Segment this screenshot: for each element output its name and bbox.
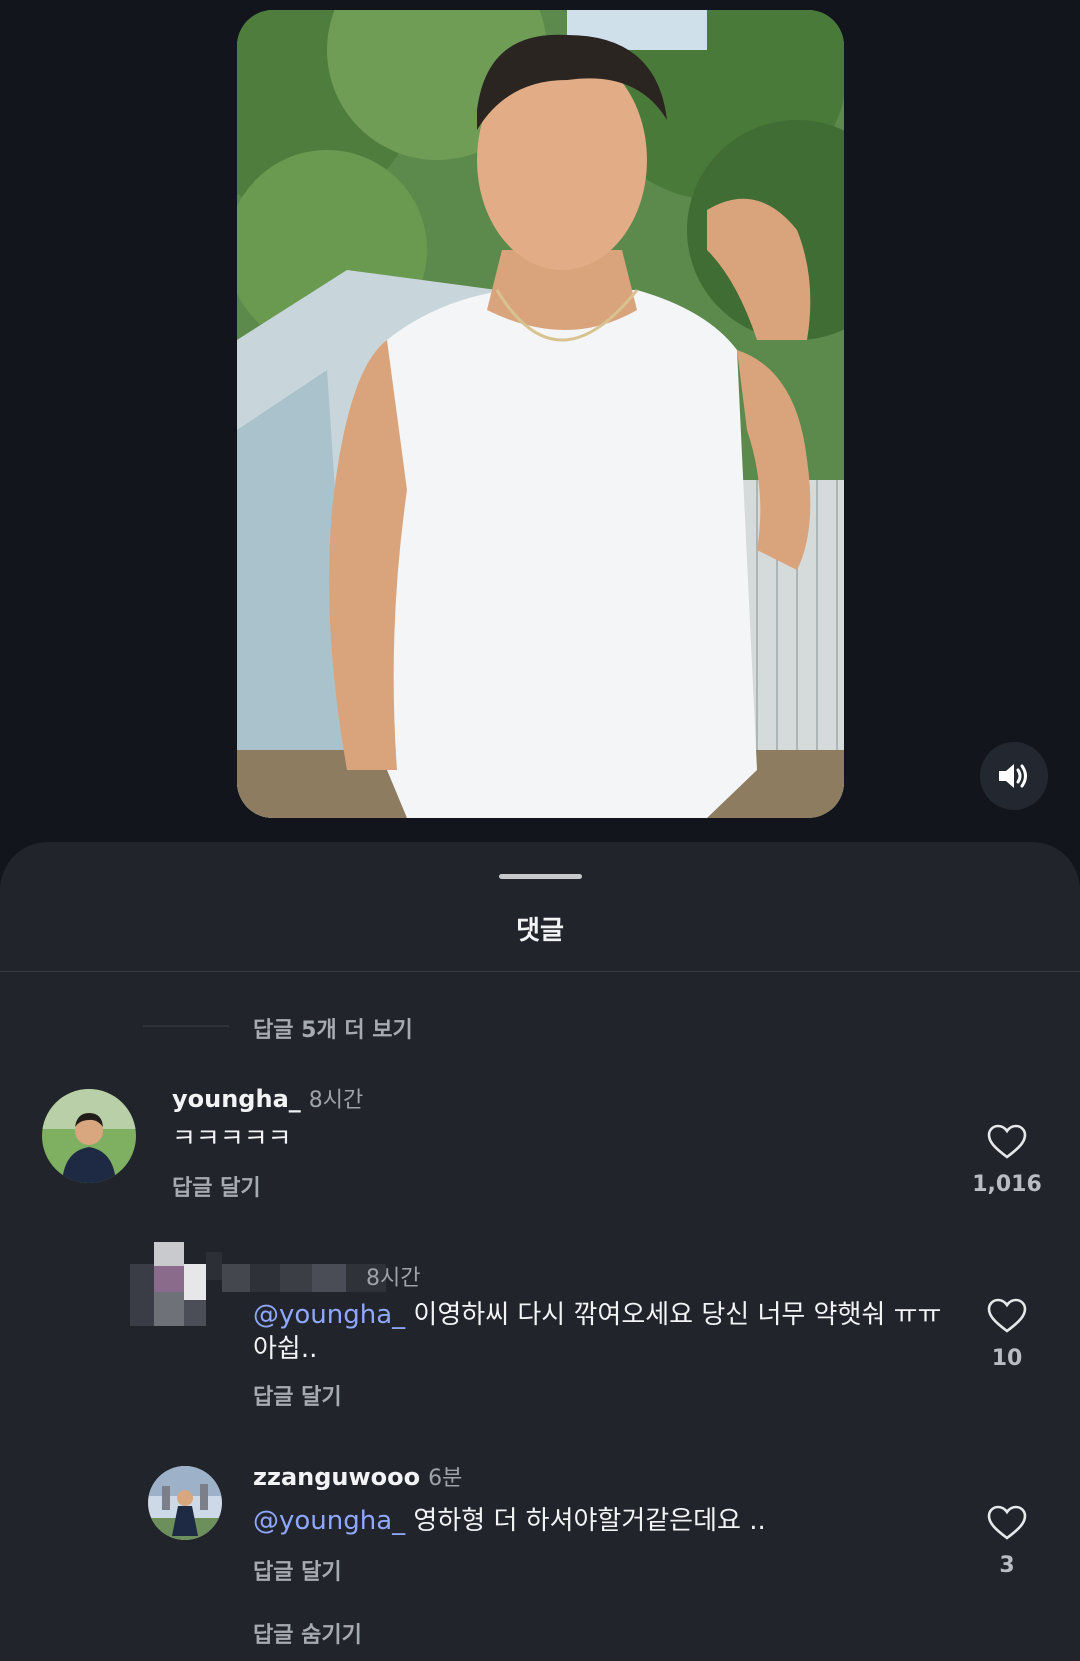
comment-body: 영하형 더 하셔야할거같은데요 .. bbox=[405, 1506, 766, 1536]
video-frame-image bbox=[237, 10, 844, 818]
like-count: 1,016 bbox=[972, 1172, 1042, 1197]
comment-author[interactable]: 8시간 bbox=[366, 1260, 420, 1292]
video-player[interactable] bbox=[237, 10, 844, 818]
sheet-divider bbox=[0, 971, 1080, 972]
comment-time: 6분 bbox=[428, 1466, 463, 1491]
comment-time: 8시간 bbox=[308, 1088, 364, 1113]
reply-button[interactable]: 답글 달기 bbox=[253, 1554, 342, 1586]
avatar[interactable] bbox=[148, 1466, 222, 1540]
reply-button[interactable]: 답글 달기 bbox=[172, 1170, 261, 1202]
like-count: 3 bbox=[999, 1553, 1015, 1578]
author-name-blurred bbox=[222, 1264, 386, 1292]
comment-author[interactable]: zzanguwooo 6분 bbox=[253, 1460, 462, 1492]
speaker-on-icon bbox=[999, 764, 1027, 788]
author-name[interactable]: youngha_ bbox=[172, 1085, 301, 1113]
avatar[interactable] bbox=[42, 1089, 136, 1183]
sheet-title: 댓글 bbox=[516, 916, 564, 946]
sheet-drag-handle[interactable] bbox=[499, 874, 582, 879]
author-name[interactable]: zzanguwooo bbox=[253, 1463, 420, 1491]
comment-text: @youngha_ 영하형 더 하셔야할거같은데요 .. bbox=[253, 1504, 953, 1538]
heart-icon bbox=[987, 1124, 1027, 1159]
comments-sheet: 댓글 답글 5개 더 보기 youngha_ 8시간 ㅋㅋㅋㅋㅋ 답글 달기 1… bbox=[0, 842, 1080, 1661]
like-button[interactable]: 10 bbox=[967, 1298, 1047, 1371]
reply-thread-line bbox=[143, 1025, 229, 1027]
heart-icon bbox=[987, 1298, 1027, 1333]
comment-text: @youngha_ 이영하씨 다시 깎여오세요 당신 너무 약햇숴 ㅠㅠ 아쉽.… bbox=[253, 1298, 953, 1366]
video-area bbox=[0, 0, 1080, 860]
heart-icon bbox=[987, 1505, 1027, 1540]
like-button[interactable]: 3 bbox=[967, 1505, 1047, 1578]
like-count: 10 bbox=[991, 1346, 1023, 1371]
app-screen: 댓글 답글 5개 더 보기 youngha_ 8시간 ㅋㅋㅋㅋㅋ 답글 달기 1… bbox=[0, 0, 1080, 1661]
comment-text: ㅋㅋㅋㅋㅋ bbox=[172, 1124, 292, 1154]
hide-replies-button[interactable]: 답글 숨기기 bbox=[253, 1617, 362, 1649]
comment-time: 8시간 bbox=[366, 1266, 421, 1291]
comment-author[interactable]: youngha_ 8시간 bbox=[172, 1082, 363, 1114]
reply-button[interactable]: 답글 달기 bbox=[253, 1379, 342, 1411]
sound-toggle-button[interactable] bbox=[980, 742, 1048, 810]
mention-link[interactable]: @youngha_ bbox=[253, 1506, 405, 1536]
mention-link[interactable]: @youngha_ bbox=[253, 1300, 405, 1330]
avatar-blurred[interactable] bbox=[130, 1234, 222, 1326]
like-button[interactable]: 1,016 bbox=[967, 1124, 1047, 1197]
view-more-replies-button[interactable]: 답글 5개 더 보기 bbox=[253, 1012, 413, 1044]
